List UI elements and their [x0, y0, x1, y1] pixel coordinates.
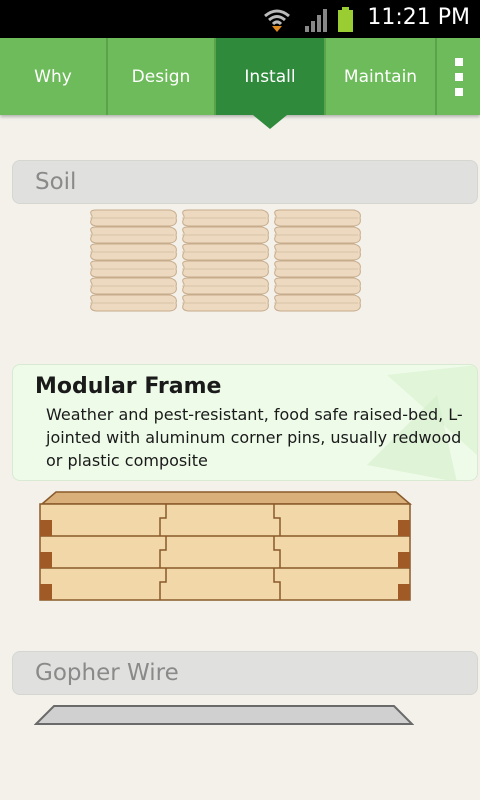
tab-bar: Why Design Install Maintain — [0, 38, 480, 129]
modular-frame-description: Weather and pest-resistant, food safe ra… — [46, 405, 463, 470]
tab-install[interactable]: Install — [216, 38, 326, 129]
gopher-wire-illustration — [34, 705, 414, 725]
status-icons — [264, 7, 353, 32]
wifi-icon — [264, 9, 290, 32]
tab-design[interactable]: Design — [108, 38, 216, 115]
soil-layers-illustration — [89, 209, 361, 312]
status-time: 11:21 PM — [367, 5, 470, 30]
modular-frame-card[interactable]: Modular Frame Weather and pest-resistant… — [12, 364, 478, 481]
gopher-wire-section-header[interactable]: Gopher Wire — [12, 651, 478, 695]
signal-icon — [305, 9, 327, 32]
tab-why[interactable]: Why — [0, 38, 108, 115]
tab-maintain[interactable]: Maintain — [326, 38, 437, 115]
modular-frame-title: Modular Frame — [35, 374, 222, 399]
modular-frame-illustration — [39, 491, 413, 601]
overflow-menu-icon[interactable] — [437, 38, 480, 115]
soil-section-header[interactable]: Soil — [12, 160, 478, 204]
battery-icon — [338, 7, 353, 32]
status-bar: 11:21 PM — [0, 0, 480, 38]
